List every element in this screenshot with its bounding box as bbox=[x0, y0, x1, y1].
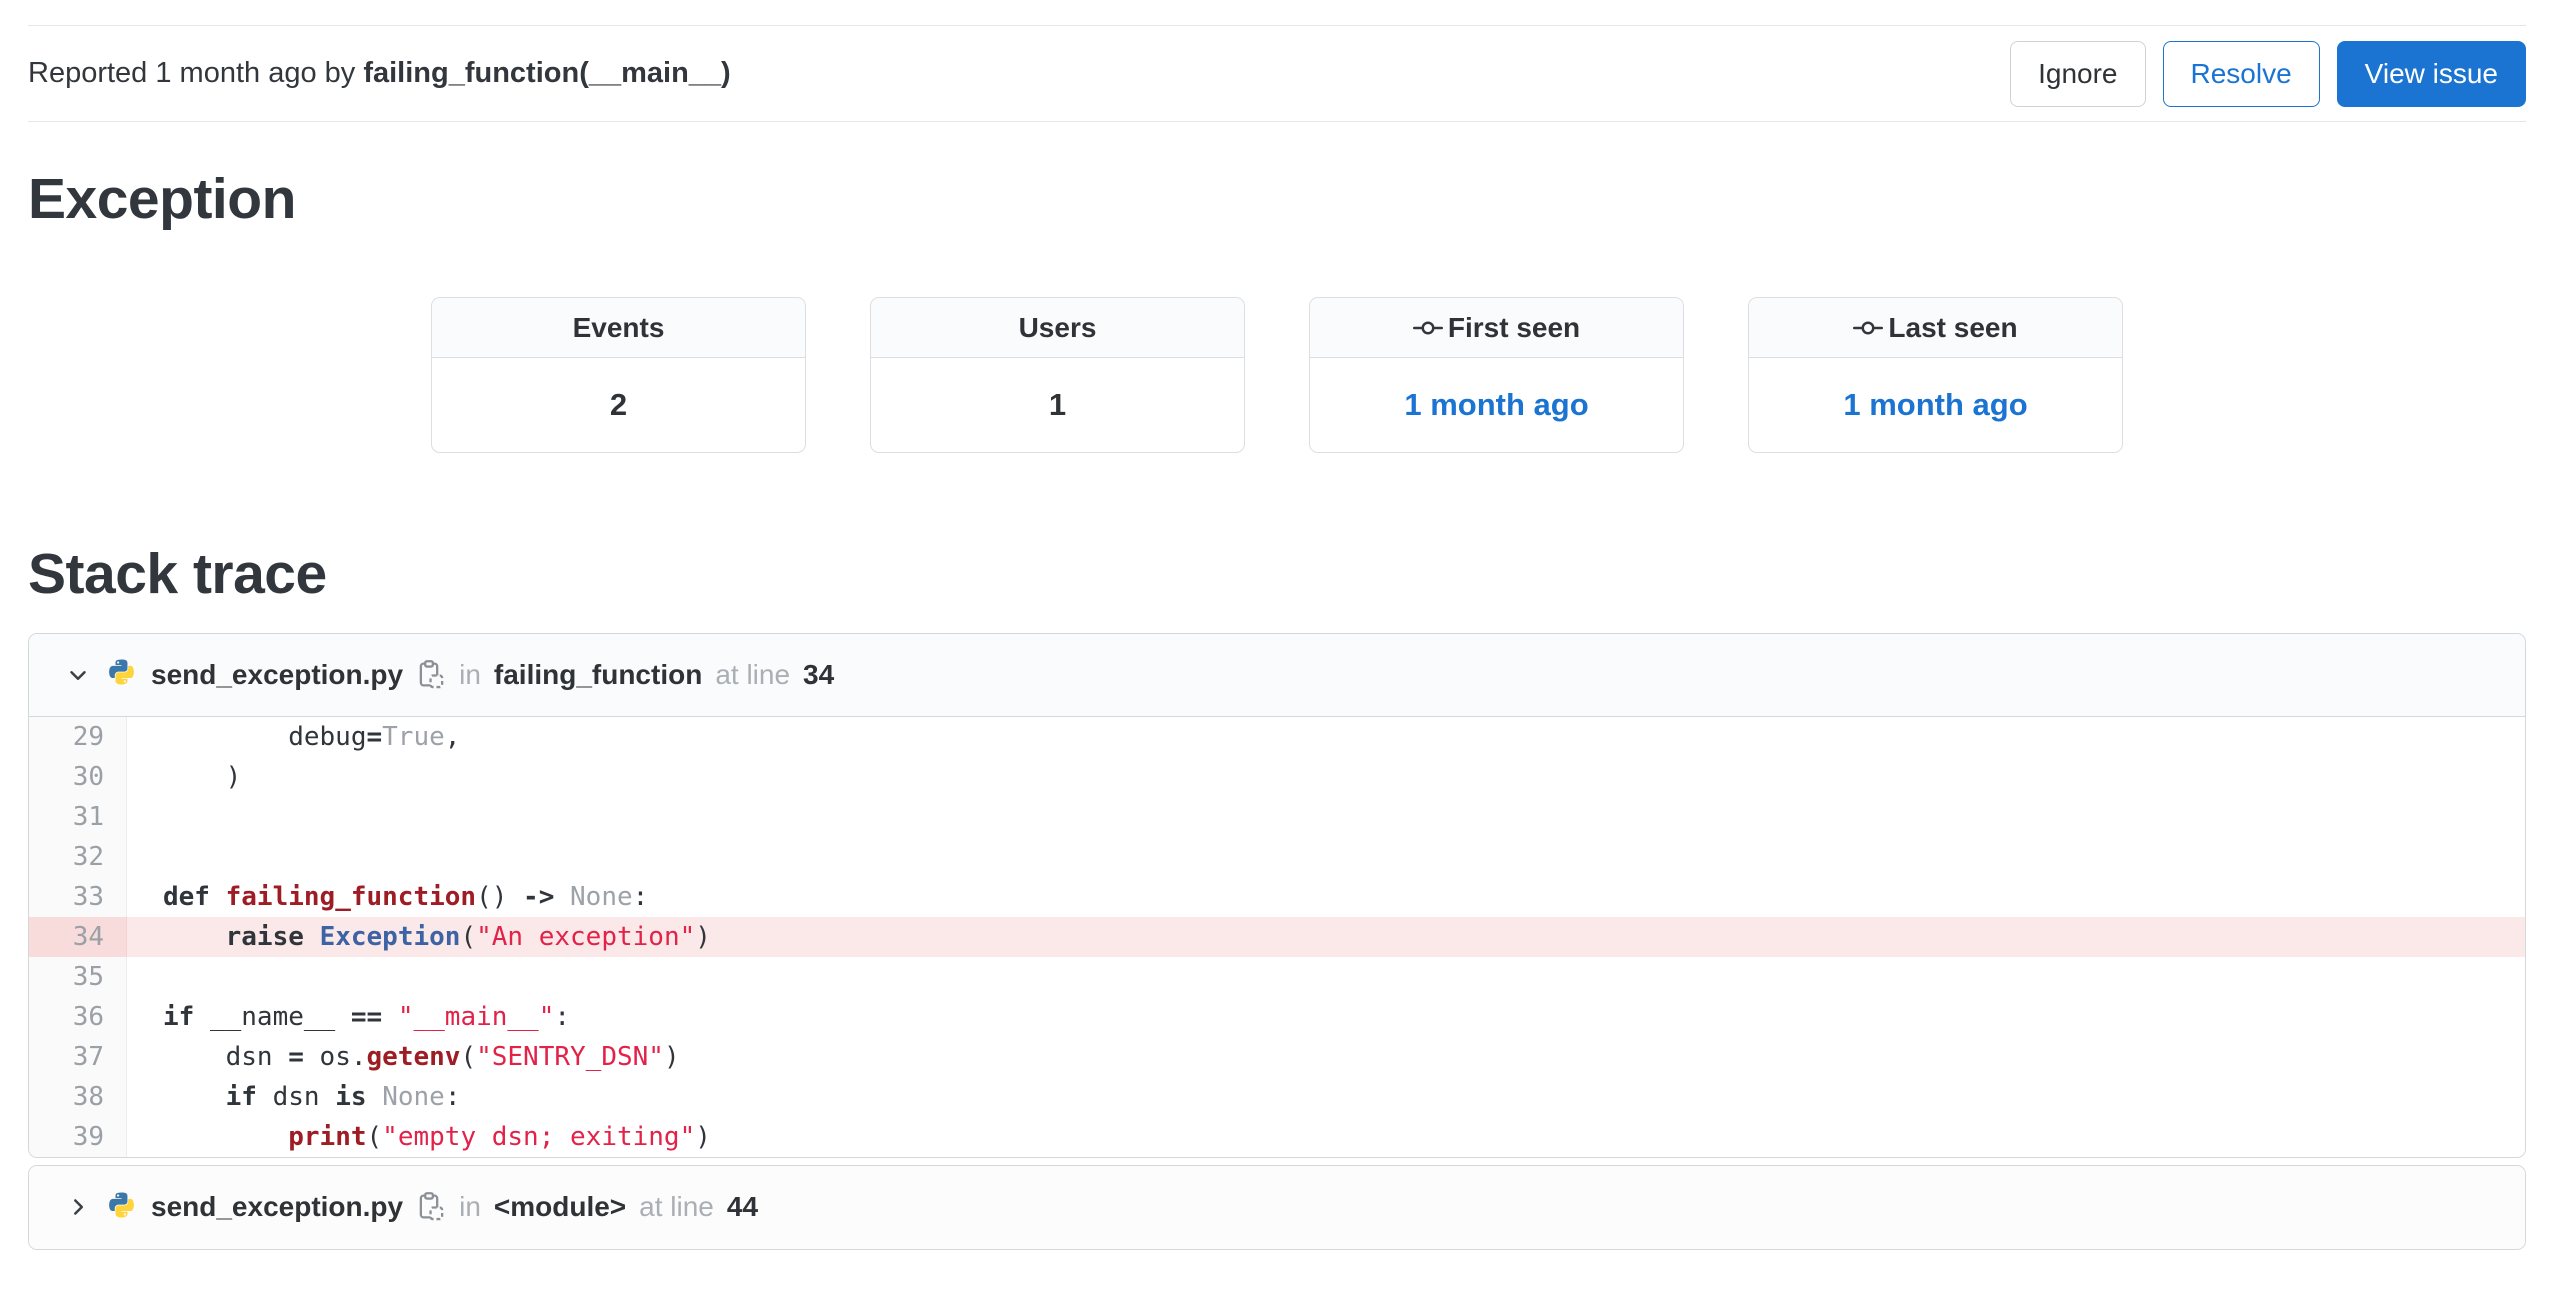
first-seen-card: First seen 1 month ago bbox=[1309, 297, 1684, 454]
python-icon bbox=[109, 1191, 134, 1218]
last-seen-card-header: Last seen bbox=[1749, 298, 2122, 359]
chevron-down-icon bbox=[70, 670, 86, 680]
last-seen-link[interactable]: 1 month ago bbox=[1843, 387, 2027, 423]
code-text: def failing_function() -> None: bbox=[163, 881, 649, 912]
code-line: 39 print("empty dsn; exiting") bbox=[29, 1116, 2525, 1157]
reported-text: Reported 1 month ago by bbox=[28, 57, 364, 89]
copy-to-clipboard-icon[interactable] bbox=[417, 1191, 446, 1223]
issue-actions: Ignore Resolve View issue bbox=[2010, 40, 2526, 107]
last-seen-label: Last seen bbox=[1888, 311, 2018, 343]
issue-action-bar: Reported 1 month ago by failing_function… bbox=[28, 25, 2526, 122]
reported-summary: Reported 1 month ago by failing_function… bbox=[28, 57, 731, 90]
stack-frame-expanded: send_exception.py in failing_function at… bbox=[28, 632, 2526, 1158]
frame-header[interactable]: send_exception.py in failing_function at… bbox=[29, 633, 2525, 717]
python-icon bbox=[109, 659, 134, 685]
line-number: 31 bbox=[29, 796, 127, 837]
frame-at-line-label: at line bbox=[715, 658, 791, 690]
resolve-button[interactable]: Resolve bbox=[2162, 40, 2320, 107]
line-number: 38 bbox=[29, 1076, 127, 1117]
code-line: 34 raise Exception("An exception") bbox=[29, 916, 2525, 957]
code-text: ) bbox=[163, 761, 242, 792]
code-line: 32 bbox=[29, 836, 2525, 877]
line-number: 39 bbox=[29, 1116, 127, 1157]
culprit-label: failing_function(__main__) bbox=[363, 57, 731, 89]
stack-trace-section: send_exception.py in failing_function at… bbox=[28, 632, 2526, 1250]
frame-at-line-label: at line bbox=[639, 1191, 714, 1222]
users-card-header: Users bbox=[871, 298, 1244, 359]
frame-function: <module> bbox=[493, 1191, 627, 1222]
events-value: 2 bbox=[609, 387, 628, 423]
frame-in-label: in bbox=[459, 658, 481, 690]
exception-heading: Exception bbox=[28, 167, 296, 231]
frame-line-number: 34 bbox=[803, 658, 835, 690]
code-line: 29 debug=True, bbox=[29, 716, 2525, 757]
frame-function: failing_function bbox=[493, 658, 703, 690]
commit-icon bbox=[1412, 321, 1443, 335]
view-issue-button[interactable]: View issue bbox=[2336, 40, 2526, 107]
code-text: if __name__ == "__main__": bbox=[163, 1001, 571, 1032]
stat-cards-row: Events 2 Users 1 First seen 1 month ago … bbox=[28, 297, 2526, 454]
code-listing: 29 debug=True, 30 ) 31 32 33 def failing_func… bbox=[29, 716, 2525, 1157]
code-text: raise Exception("An exception") bbox=[225, 921, 711, 952]
users-value: 1 bbox=[1048, 387, 1067, 423]
last-seen-card-body: 1 month ago bbox=[1749, 358, 2122, 452]
frame-in-label: in bbox=[459, 1191, 481, 1222]
code-line: 38 if dsn is None: bbox=[29, 1076, 2525, 1117]
events-label: Events bbox=[572, 311, 665, 343]
first-seen-link[interactable]: 1 month ago bbox=[1404, 387, 1588, 423]
users-card: Users 1 bbox=[870, 297, 1245, 454]
frame-filename: send_exception.py bbox=[151, 1191, 404, 1222]
line-number: 35 bbox=[29, 956, 127, 997]
chevron-right-icon bbox=[74, 1199, 84, 1215]
commit-icon bbox=[1853, 321, 1884, 335]
ignore-button[interactable]: Ignore bbox=[2010, 40, 2146, 107]
line-number: 37 bbox=[29, 1036, 127, 1077]
code-line: 31 bbox=[29, 796, 2525, 837]
users-label: Users bbox=[1018, 311, 1097, 343]
code-line: 35 bbox=[29, 956, 2525, 997]
line-number: 34 bbox=[29, 916, 127, 957]
last-seen-card: Last seen 1 month ago bbox=[1748, 297, 2123, 454]
events-card-header: Events bbox=[432, 298, 805, 359]
code-text: if dsn is None: bbox=[225, 1081, 461, 1112]
events-card-body: 2 bbox=[432, 358, 805, 452]
first-seen-label: First seen bbox=[1447, 311, 1581, 343]
copy-to-clipboard-icon[interactable] bbox=[417, 659, 446, 691]
code-text: print("empty dsn; exiting") bbox=[288, 1121, 711, 1152]
frame-filename: send_exception.py bbox=[151, 658, 404, 690]
code-line: 33 def failing_function() -> None: bbox=[29, 876, 2525, 917]
stack-trace-heading: Stack trace bbox=[28, 542, 327, 607]
issue-detail-page: Reported 1 month ago by failing_function… bbox=[28, 25, 2526, 1250]
code-text: debug=True, bbox=[163, 721, 461, 752]
frame-line-number: 44 bbox=[726, 1191, 759, 1222]
code-text: dsn = os.getenv("SENTRY_DSN") bbox=[163, 1041, 680, 1072]
events-card: Events 2 bbox=[431, 297, 806, 454]
line-number: 33 bbox=[29, 876, 127, 917]
users-card-body: 1 bbox=[871, 358, 1244, 452]
stack-frame-collapsed: send_exception.py in <module> at line 44 bbox=[28, 1164, 2526, 1250]
line-number: 32 bbox=[29, 836, 127, 877]
frame-header[interactable]: send_exception.py in <module> at line 44 bbox=[29, 1165, 2525, 1249]
first-seen-card-header: First seen bbox=[1310, 298, 1683, 359]
code-line: 37 dsn = os.getenv("SENTRY_DSN") bbox=[29, 1036, 2525, 1077]
line-number: 30 bbox=[29, 756, 127, 797]
line-number: 29 bbox=[29, 716, 127, 757]
code-line: 30 ) bbox=[29, 756, 2525, 797]
line-number: 36 bbox=[29, 996, 127, 1037]
code-line: 36 if __name__ == "__main__": bbox=[29, 996, 2525, 1037]
first-seen-card-body: 1 month ago bbox=[1310, 358, 1683, 452]
